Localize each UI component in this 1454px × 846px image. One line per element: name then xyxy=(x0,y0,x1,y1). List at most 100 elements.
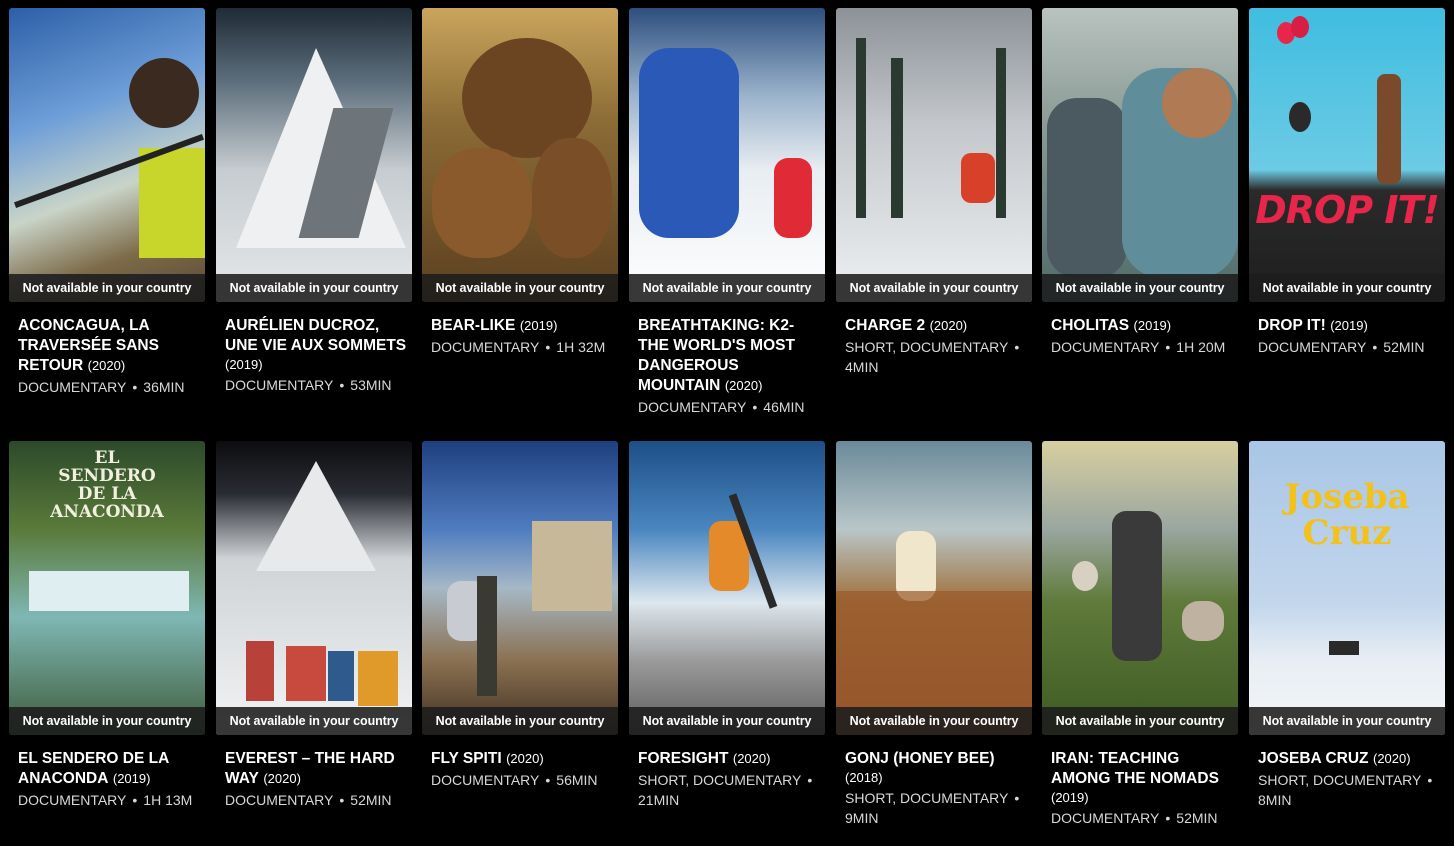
film-info: FORESIGHT (2020) SHORT, DOCUMENTARY • 21MI… xyxy=(638,749,820,810)
poster-image: Joseba Cruz xyxy=(1249,441,1445,735)
availability-overlay: Not available in your country xyxy=(1249,274,1445,302)
film-info: GONJ (HONEY BEE) (2018) SHORT, DOCUMENTA… xyxy=(845,749,1027,828)
film-title[interactable]: CHOLITAS xyxy=(1051,317,1129,334)
film-year: (2019) xyxy=(1051,790,1089,805)
film-duration: 56MIN xyxy=(556,772,598,788)
film-meta: DOCUMENTARY • 1H 13M xyxy=(18,790,200,810)
film-poster[interactable]: Not available in your country xyxy=(1042,8,1238,302)
film-duration: 52MIN xyxy=(1383,339,1425,355)
film-title[interactable]: FORESIGHT xyxy=(638,750,728,767)
film-meta: SHORT, DOCUMENTARY • 9MIN xyxy=(845,788,1027,828)
film-meta: DOCUMENTARY • 53MIN xyxy=(225,375,407,395)
film-duration: 1H 13M xyxy=(143,792,193,808)
availability-overlay: Not available in your country xyxy=(9,707,205,735)
separator-dot: • xyxy=(339,792,345,808)
film-title[interactable]: BREATHTAKING: K2- THE WORLD'S MOST DANGE… xyxy=(638,317,795,394)
film-title[interactable]: GONJ (HONEY BEE) xyxy=(845,750,995,767)
film-poster[interactable]: EL SENDERO DE LA ANACONDA Not available … xyxy=(9,441,205,735)
separator-dot: • xyxy=(1165,339,1171,355)
film-genre: DOCUMENTARY xyxy=(18,792,127,808)
film-year: (2020) xyxy=(724,378,763,393)
film-title[interactable]: FLY SPITI xyxy=(431,750,502,767)
separator-dot: • xyxy=(132,379,138,395)
availability-overlay: Not available in your country xyxy=(1042,274,1238,302)
film-poster[interactable]: Not available in your country xyxy=(629,441,825,735)
separator-dot: • xyxy=(339,377,345,393)
film-genre: DOCUMENTARY xyxy=(1051,339,1160,355)
film-year: (2019) xyxy=(1330,318,1368,333)
poster-title-line: ANACONDA xyxy=(50,502,164,522)
availability-overlay: Not available in your country xyxy=(836,707,1032,735)
poster-title-text: DROP IT! xyxy=(1255,188,1440,232)
film-title[interactable]: JOSEBA CRUZ xyxy=(1258,750,1369,767)
poster-image: DROP IT! xyxy=(1249,8,1445,302)
film-genre: DOCUMENTARY xyxy=(431,339,540,355)
availability-overlay: Not available in your country xyxy=(1042,707,1238,735)
film-poster[interactable]: Not available in your country xyxy=(422,441,618,735)
film-genre: SHORT, DOCUMENTARY xyxy=(1258,772,1422,788)
film-title[interactable]: IRAN: TEACHING AMONG THE NOMADS xyxy=(1051,750,1219,787)
film-title[interactable]: EVEREST – THE HARD WAY xyxy=(225,750,395,787)
film-grid: Not available in your country ACONCAGUA,… xyxy=(0,0,1454,846)
film-info: ACONCAGUA, LA TRAVERSÉE SANS RETOUR (202… xyxy=(18,316,200,397)
film-year: (2019) xyxy=(112,771,151,786)
film-duration: 9MIN xyxy=(845,810,879,826)
film-year: (2019) xyxy=(225,357,263,372)
film-duration: 21MIN xyxy=(638,792,680,808)
film-info: JOSEBA CRUZ (2020) SHORT, DOCUMENTARY • 8M… xyxy=(1258,749,1440,810)
film-genre: SHORT, DOCUMENTARY xyxy=(638,772,802,788)
film-info: DROP IT! (2019) DOCUMENTARY • 52MIN xyxy=(1258,316,1440,357)
film-poster[interactable]: Joseba Cruz Not available in your countr… xyxy=(1249,441,1445,735)
film-poster[interactable]: DROP IT! Not available in your country xyxy=(1249,8,1445,302)
film-info: AURÉLIEN DUCROZ, UNE VIE AUX SOMMETS (20… xyxy=(225,316,407,395)
poster-image xyxy=(629,8,825,302)
film-info: CHOLITAS (2019) DOCUMENTARY • 1H 20M xyxy=(1051,316,1233,357)
separator-dot: • xyxy=(545,772,551,788)
film-year: (2018) xyxy=(845,770,883,785)
film-year: (2020) xyxy=(87,358,126,373)
availability-overlay: Not available in your country xyxy=(216,707,412,735)
film-title[interactable]: DROP IT! xyxy=(1258,317,1326,334)
film-duration: 52MIN xyxy=(1176,810,1218,826)
separator-dot: • xyxy=(1372,339,1378,355)
film-title[interactable]: AURÉLIEN DUCROZ, UNE VIE AUX SOMMETS xyxy=(225,317,406,354)
film-year: (2019) xyxy=(519,318,558,333)
availability-overlay: Not available in your country xyxy=(422,274,618,302)
film-poster[interactable]: Not available in your country xyxy=(9,8,205,302)
availability-overlay: Not available in your country xyxy=(629,274,825,302)
poster-image xyxy=(216,441,412,735)
film-meta: DOCUMENTARY • 52MIN xyxy=(225,790,407,810)
film-genre: DOCUMENTARY xyxy=(225,792,334,808)
film-duration: 1H 20M xyxy=(1176,339,1226,355)
separator-dot: • xyxy=(132,792,138,808)
poster-image xyxy=(836,8,1032,302)
film-poster[interactable]: Not available in your country xyxy=(422,8,618,302)
separator-dot: • xyxy=(1427,772,1433,788)
film-title[interactable]: CHARGE 2 xyxy=(845,317,925,334)
poster-title-line: SENDERO xyxy=(58,466,156,486)
film-meta: DOCUMENTARY • 46MIN xyxy=(638,397,820,417)
film-genre: DOCUMENTARY xyxy=(225,377,334,393)
film-poster[interactable]: Not available in your country xyxy=(1042,441,1238,735)
availability-overlay: Not available in your country xyxy=(9,274,205,302)
poster-image xyxy=(422,441,618,735)
film-title[interactable]: BEAR-LIKE xyxy=(431,317,515,334)
film-meta: SHORT, DOCUMENTARY • 21MIN xyxy=(638,770,820,810)
poster-image xyxy=(1042,441,1238,735)
film-meta: DOCUMENTARY • 1H 32M xyxy=(431,337,613,357)
film-poster[interactable]: Not available in your country xyxy=(629,8,825,302)
film-info: BREATHTAKING: K2- THE WORLD'S MOST DANGE… xyxy=(638,316,820,417)
film-year: (2020) xyxy=(732,751,771,766)
film-poster[interactable]: Not available in your country xyxy=(836,8,1032,302)
poster-image xyxy=(216,8,412,302)
film-duration: 4MIN xyxy=(845,359,879,375)
film-poster[interactable]: Not available in your country xyxy=(216,8,412,302)
film-year: (2020) xyxy=(263,771,301,786)
film-poster[interactable]: Not available in your country xyxy=(216,441,412,735)
film-duration: 53MIN xyxy=(350,377,392,393)
availability-overlay: Not available in your country xyxy=(216,274,412,302)
film-genre: DOCUMENTARY xyxy=(18,379,127,395)
poster-image xyxy=(836,441,1032,735)
film-genre: SHORT, DOCUMENTARY xyxy=(845,339,1009,355)
film-poster[interactable]: Not available in your country xyxy=(836,441,1032,735)
